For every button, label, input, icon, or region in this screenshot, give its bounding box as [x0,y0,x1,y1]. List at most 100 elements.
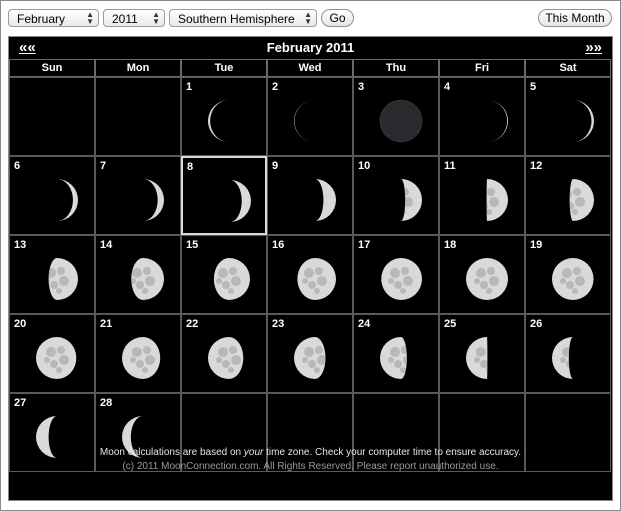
day-cell: 10 [353,156,439,235]
calendar-footer: Moon calculations are based on your time… [9,447,612,473]
moon-phase-icon [315,179,336,221]
day-number: 9 [272,160,279,172]
timezone-note-suffix: time zone. Check your computer time to e… [263,447,522,458]
moon-phase-icon [573,100,594,142]
day-number: 1 [186,81,193,93]
day-number: 19 [530,239,543,251]
day-cell: 21 [95,314,181,393]
moon-phase-icon [466,337,488,379]
day-cell: 20 [9,314,95,393]
week-row: 20 21 22 23 24 25 26 [9,314,612,393]
go-button[interactable]: Go [321,9,354,27]
weekday-header: Wed [267,59,353,77]
year-select[interactable]: 2011 ▲ ▼ [103,9,165,27]
day-cell: 5 [525,77,611,156]
moon-phase-icon [122,337,161,379]
day-number: 27 [14,397,27,409]
weekday-header: Sat [525,59,611,77]
calendar: «« February 2011 »» Sun Mon Tue Wed Thu Fri Sa… [8,36,613,501]
day-cell: 9 [267,156,353,235]
moon-calendar-widget: February ▲ ▼ 2011 ▲ ▼ Southern Hemisphere … [0,0,621,511]
day-number: 14 [100,239,113,251]
day-number: 24 [358,318,371,330]
day-number: 22 [186,318,199,330]
hemisphere-select[interactable]: Southern Hemisphere ▲ ▼ [169,9,317,27]
day-number: 28 [100,397,113,409]
weekday-header: Fri [439,59,525,77]
week-row: 6 7 8 9 10 11 12 [9,156,612,235]
moon-phase-icon [569,179,594,221]
moon-phase-icon [401,179,422,221]
day-number: 6 [14,160,21,172]
weekday-header: Mon [95,59,181,77]
moon-phase-icon [230,180,251,222]
day-number: 15 [186,239,199,251]
month-title: February 2011 [266,40,355,55]
day-number: 25 [444,318,457,330]
moon-phase-icon [208,100,229,142]
weekday-header-row: Sun Mon Tue Wed Thu Fri Sat [9,59,612,77]
day-cell: 4 [439,77,525,156]
moon-phase-icon [487,100,508,142]
day-number: 3 [358,81,365,93]
control-bar: February ▲ ▼ 2011 ▲ ▼ Southern Hemisphere … [8,9,614,29]
day-cell: 16 [267,235,353,314]
month-select-value: February [17,12,66,26]
day-number: 21 [100,318,113,330]
moon-phase-icon [552,258,594,300]
day-cell: 26 [525,314,611,393]
day-cell: 15 [181,235,267,314]
prev-month-link[interactable]: «« [19,37,36,59]
select-arrows-icon: ▲ ▼ [304,10,312,26]
timezone-note-prefix: Moon calculations are based on [99,447,244,458]
day-number: 18 [444,239,457,251]
select-arrows-icon: ▲ ▼ [86,10,94,26]
day-cell: 6 [9,156,95,235]
timezone-note: Moon calculations are based on your time… [9,447,612,459]
hemisphere-select-value: Southern Hemisphere [178,12,295,26]
month-select[interactable]: February ▲ ▼ [8,9,99,27]
moon-phase-icon [552,337,573,379]
day-number: 10 [358,160,371,172]
moon-phase-icon [57,179,78,221]
day-number: 13 [14,239,27,251]
timezone-note-emphasis: your [243,447,264,458]
day-cell: 24 [353,314,439,393]
day-number: 7 [100,160,107,172]
moon-phase-icon [48,258,78,300]
moon-phase-icon [294,337,326,379]
day-cell: 25 [439,314,525,393]
moon-phase-icon [297,258,336,300]
week-row: 1 2 3 4 5 [9,77,612,156]
calendar-header: «« February 2011 »» [9,37,612,59]
week-row: 13 14 15 16 17 18 19 [9,235,612,314]
day-cell: 13 [9,235,95,314]
moon-phase-icon [213,258,250,300]
weekday-header: Sun [9,59,95,77]
moon-phase-icon [208,337,244,379]
select-arrows-icon: ▲ ▼ [152,10,160,26]
moon-phase-icon [131,258,164,300]
day-number: 26 [530,318,543,330]
next-month-link[interactable]: »» [585,37,602,59]
day-number: 8 [187,161,194,173]
weekday-header: Thu [353,59,439,77]
day-number: 17 [358,239,371,251]
moon-phase-icon [143,179,164,221]
moon-phase-icon [380,337,407,379]
day-number: 5 [530,81,537,93]
day-cell: 1 [181,77,267,156]
moon-phase-icon [379,99,423,143]
day-cell: 18 [439,235,525,314]
day-cell: 23 [267,314,353,393]
moon-phase-icon [294,100,315,142]
moon-phase-icon [36,337,77,379]
year-select-value: 2011 [112,12,138,26]
day-cell: 8 [181,156,267,235]
empty-day-cell [95,77,181,156]
day-cell: 19 [525,235,611,314]
this-month-button[interactable]: This Month [538,9,612,27]
moon-phase-icon [381,258,422,300]
moon-phase-icon [466,258,508,300]
day-cell: 7 [95,156,181,235]
